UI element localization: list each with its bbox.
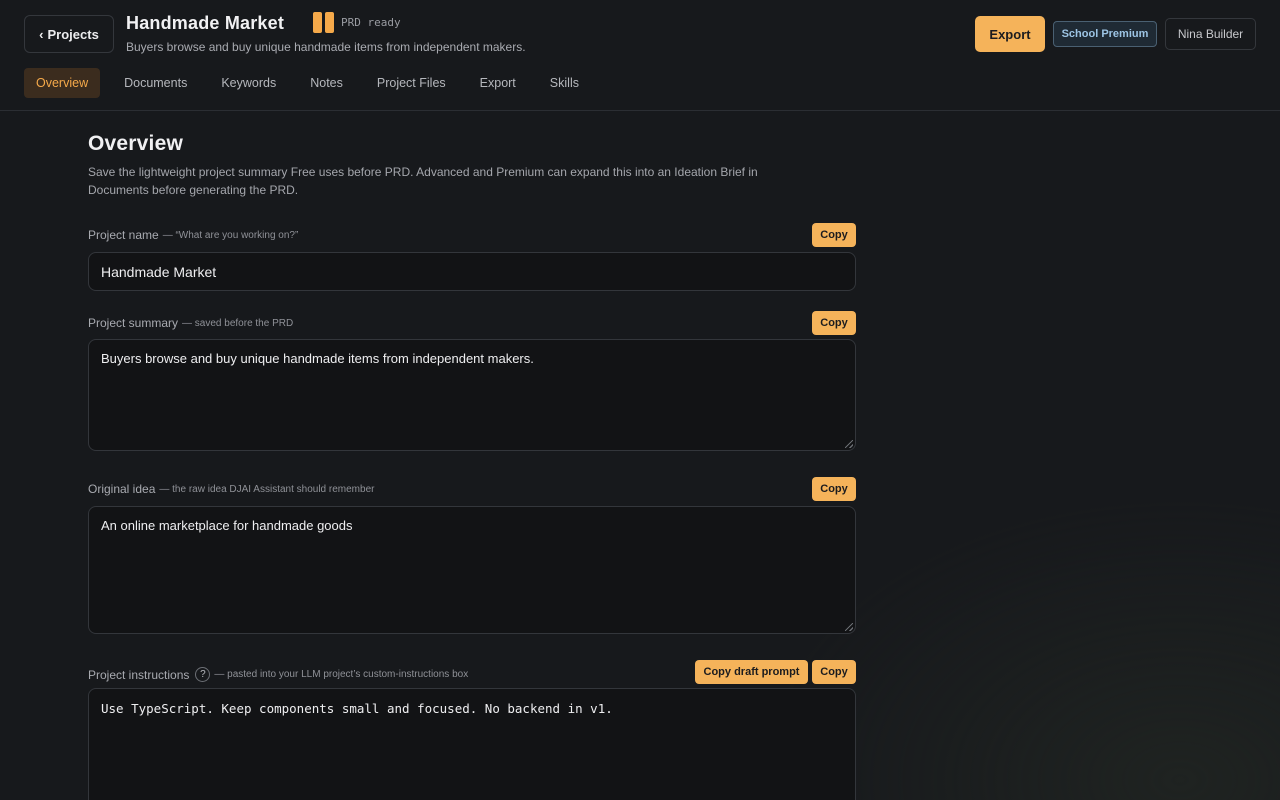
- help-circle-icon[interactable]: ?: [195, 667, 211, 682]
- project-summary-label-text: Project summary: [88, 316, 179, 330]
- copy-original-idea-button[interactable]: Copy: [812, 477, 856, 501]
- plan-badge: School Premium: [1053, 21, 1157, 47]
- original-idea-label: Original idea — the raw idea DJAI Assist…: [88, 482, 374, 496]
- project-name-input[interactable]: Handmade Market: [88, 252, 856, 291]
- original-idea-textarea[interactable]: An online marketplace for handmade goods: [88, 506, 856, 634]
- resize-handle[interactable]: [845, 440, 853, 448]
- copy-project-name-button[interactable]: Copy: [812, 223, 856, 247]
- tab-notes[interactable]: Notes: [300, 68, 353, 98]
- tab-project-files[interactable]: Project Files: [367, 68, 456, 98]
- tab-bar: Overview Documents Keywords Notes Projec…: [24, 68, 589, 98]
- status-bars-icon: [313, 12, 334, 33]
- project-summary-hint: — saved before the PRD: [182, 317, 294, 329]
- original-idea-label-text: Original idea: [88, 482, 156, 496]
- copy-project-instructions-button[interactable]: Copy: [812, 660, 856, 684]
- export-button[interactable]: Export: [975, 16, 1045, 52]
- back-to-projects-button[interactable]: ‹ Projects: [24, 15, 114, 53]
- project-title: Handmade Market: [126, 13, 285, 33]
- project-instructions-label: Project instructions ? — pasted into you…: [88, 667, 468, 682]
- back-button-label: Projects: [47, 26, 99, 42]
- project-description: Buyers browse and buy unique handmade it…: [126, 40, 526, 54]
- copy-project-summary-button[interactable]: Copy: [812, 311, 856, 335]
- user-menu-button[interactable]: Nina Builder: [1165, 18, 1256, 50]
- tab-overview[interactable]: Overview: [24, 68, 101, 98]
- project-summary-text: Buyers browse and buy unique handmade it…: [101, 351, 534, 366]
- tab-skills[interactable]: Skills: [540, 68, 589, 98]
- top-bar: ‹ Projects Handmade Market PRD ready Buy…: [0, 0, 1280, 111]
- project-instructions-textarea[interactable]: Use TypeScript. Keep components small an…: [88, 688, 856, 800]
- tab-keywords[interactable]: Keywords: [211, 68, 286, 98]
- section-description: Save the lightweight project summary Fre…: [88, 165, 758, 197]
- project-instructions-label-text: Project instructions: [88, 667, 190, 682]
- project-instructions-hint: — pasted into your LLM project’s custom-…: [214, 669, 469, 680]
- status-text: PRD ready: [341, 16, 401, 29]
- section-title: Overview: [88, 132, 183, 155]
- project-name-label-text: Project name: [88, 228, 159, 242]
- project-name-hint: — “What are you working on?”: [162, 229, 299, 241]
- project-summary-textarea[interactable]: Buyers browse and buy unique handmade it…: [88, 339, 856, 451]
- resize-handle[interactable]: [845, 623, 853, 631]
- original-idea-text: An online marketplace for handmade goods: [101, 518, 353, 533]
- tab-export[interactable]: Export: [470, 68, 526, 98]
- project-summary-label: Project summary — saved before the PRD: [88, 316, 293, 330]
- project-name-label: Project name — “What are you working on?…: [88, 228, 298, 242]
- project-instructions-text: Use TypeScript. Keep components small an…: [101, 701, 613, 716]
- chevron-left-icon: ‹: [39, 26, 44, 42]
- original-idea-hint: — the raw idea DJAI Assistant should rem…: [159, 483, 375, 495]
- copy-draft-prompt-button[interactable]: Copy draft prompt: [695, 660, 808, 684]
- tab-documents[interactable]: Documents: [114, 68, 197, 98]
